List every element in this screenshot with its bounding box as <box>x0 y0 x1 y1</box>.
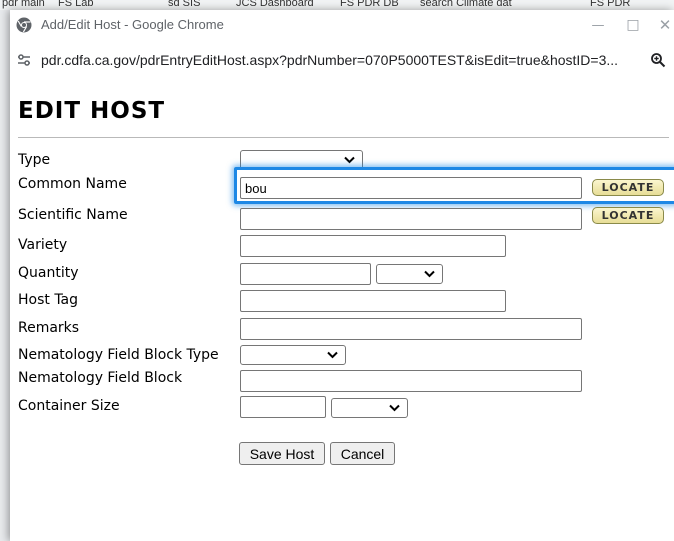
container-size-label: Container Size <box>18 398 120 414</box>
bookmark: pdr main <box>2 0 45 9</box>
quantity-label: Quantity <box>18 265 79 281</box>
locate-scientific-name-button[interactable]: LOCATE <box>592 207 664 224</box>
site-settings-icon[interactable] <box>16 52 32 68</box>
title-bar[interactable]: Add/Edit Host - Google Chrome — □ ✕ <box>10 10 674 40</box>
remarks-label: Remarks <box>18 320 80 336</box>
type-label: Type <box>18 152 51 168</box>
background-bookmarks-bar: pdr main FS Lab sd SIS JCS Dashboard FS … <box>0 0 674 10</box>
variety-label: Variety <box>18 237 68 253</box>
bookmark: JCS Dashboard <box>236 0 314 9</box>
bookmark: search Climate dat <box>420 0 512 9</box>
bookmark: sd SIS <box>168 0 201 9</box>
background-window-edge <box>0 10 10 541</box>
container-size-input[interactable] <box>240 396 326 418</box>
title-divider <box>18 137 669 138</box>
type-select[interactable] <box>240 150 363 170</box>
nematology-field-block-type-select[interactable] <box>240 345 346 365</box>
address-bar[interactable]: pdr.cdfa.ca.gov/pdrEntryEditHost.aspx?pd… <box>10 50 674 72</box>
scientific-name-input[interactable] <box>240 208 582 230</box>
maximize-button[interactable]: □ <box>620 14 646 36</box>
page-title: EDIT HOST <box>18 98 166 124</box>
page-content: EDIT HOST Type Common Name LOCATE Scient… <box>10 82 674 541</box>
quantity-input[interactable] <box>240 263 371 285</box>
cancel-button[interactable]: Cancel <box>330 442 395 465</box>
url-text: pdr.cdfa.ca.gov/pdrEntryEditHost.aspx?pd… <box>41 52 619 68</box>
close-button[interactable]: ✕ <box>652 14 674 36</box>
minimize-icon: — <box>591 17 605 33</box>
chrome-icon <box>16 17 32 33</box>
save-host-button[interactable]: Save Host <box>239 442 325 465</box>
host-tag-input[interactable] <box>240 290 506 312</box>
chevron-down-icon <box>424 270 435 278</box>
scientific-name-label: Scientific Name <box>18 207 128 223</box>
variety-input[interactable] <box>240 235 506 257</box>
remarks-input[interactable] <box>240 318 582 340</box>
window-title: Add/Edit Host - Google Chrome <box>41 17 224 32</box>
popup-window: Add/Edit Host - Google Chrome — □ ✕ pdr.… <box>10 10 674 541</box>
common-name-input[interactable] <box>240 177 582 199</box>
bookmark: FS PDR DB <box>340 0 399 9</box>
common-name-label: Common Name <box>18 176 127 192</box>
maximize-icon: □ <box>626 17 640 33</box>
locate-common-name-button[interactable]: LOCATE <box>592 179 664 196</box>
close-icon: ✕ <box>658 16 672 34</box>
minimize-button[interactable]: — <box>585 14 611 36</box>
chevron-down-icon <box>344 156 355 164</box>
host-tag-label: Host Tag <box>18 292 79 308</box>
container-size-unit-select[interactable] <box>331 398 408 418</box>
quantity-unit-select[interactable] <box>376 264 443 284</box>
chevron-down-icon <box>327 351 338 359</box>
nematology-field-block-input[interactable] <box>240 370 582 392</box>
nematology-field-block-type-label: Nematology Field Block Type <box>18 347 219 363</box>
chevron-down-icon <box>389 404 400 412</box>
zoom-icon[interactable] <box>650 52 666 68</box>
nematology-field-block-label: Nematology Field Block <box>18 370 183 386</box>
bookmark: FS Lab <box>58 0 94 9</box>
bookmark: FS PDR <box>590 0 631 9</box>
